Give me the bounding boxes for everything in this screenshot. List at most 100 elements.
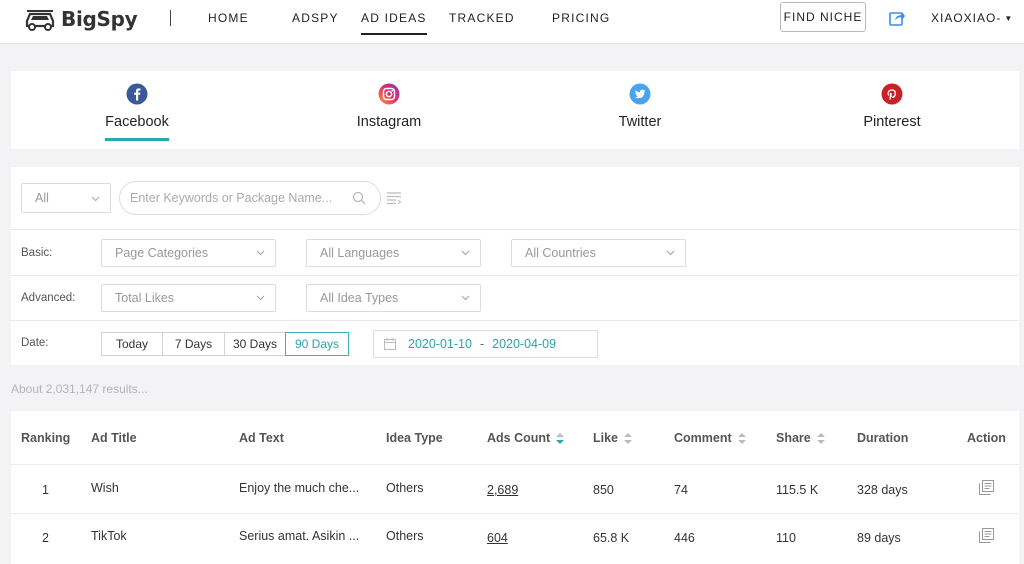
search-icon[interactable]	[352, 191, 366, 205]
row-2-ads-count-link[interactable]: 604	[487, 531, 508, 545]
total-likes-value: Total Likes	[115, 291, 175, 305]
header-ad-text: Ad Text	[239, 431, 284, 445]
tab-label: Instagram	[356, 114, 422, 130]
row-2-share: 110	[776, 531, 796, 545]
filter-divider	[11, 229, 1019, 230]
search-placeholder: Enter Keywords or Package Name...	[130, 191, 333, 205]
chevron-down-icon	[461, 295, 470, 301]
languages-select[interactable]: All Languages	[306, 239, 481, 267]
chevron-down-icon	[461, 250, 470, 256]
date-label: Date:	[21, 337, 49, 349]
share-icon[interactable]	[889, 10, 905, 26]
platform-tabs: Facebook Instagram Twitter Pinterest	[11, 71, 1019, 149]
row-2-type: Others	[386, 529, 424, 543]
nav-pricing[interactable]: PRICING	[552, 11, 610, 25]
nav-ad-ideas[interactable]: AD IDEAS	[361, 11, 427, 35]
nav-adspy[interactable]: ADSPY	[292, 11, 339, 25]
page-categories-select[interactable]: Page Categories	[101, 239, 276, 267]
brand-logo[interactable]: BigSpy	[24, 6, 138, 32]
row-2-text: Serius amat. Asikin ...	[239, 529, 360, 543]
sort-icon[interactable]	[816, 432, 825, 444]
tab-instagram[interactable]: Instagram	[329, 83, 449, 130]
header-ads-count[interactable]: Ads Count	[487, 431, 565, 445]
date-separator: -	[479, 337, 485, 351]
filter-divider	[11, 275, 1019, 276]
copy-details-icon[interactable]	[979, 528, 994, 543]
header-action: Action	[967, 431, 1006, 445]
header-ad-title: Ad Title	[91, 431, 137, 445]
header-ranking: Ranking	[21, 431, 71, 445]
date-7-days-button[interactable]: 7 Days	[162, 332, 225, 356]
nav-tracked[interactable]: TRACKED	[449, 11, 515, 25]
scope-value: All	[35, 191, 49, 205]
tab-twitter[interactable]: Twitter	[580, 83, 700, 130]
find-niche-button[interactable]: FIND NICHE	[780, 2, 866, 32]
scope-select[interactable]: All	[21, 183, 111, 213]
row-divider	[11, 464, 1019, 465]
row-1-share: 115.5 K	[776, 483, 819, 497]
chevron-down-icon	[256, 295, 265, 301]
total-likes-select[interactable]: Total Likes	[101, 284, 276, 312]
row-2-rank: 2	[42, 531, 49, 545]
nav-divider	[170, 10, 171, 26]
row-1-like: 850	[593, 483, 614, 497]
tab-facebook[interactable]: Facebook	[77, 83, 197, 141]
row-1-type: Others	[386, 481, 424, 495]
row-1-text: Enjoy the much che...	[239, 481, 360, 495]
header-comment[interactable]: Comment	[674, 431, 746, 445]
header-share[interactable]: Share	[776, 431, 825, 445]
twitter-icon	[629, 83, 651, 105]
results-count: About 2,031,147 results...	[11, 382, 148, 396]
top-navigation: BigSpy HOME ADSPY AD IDEAS TRACKED PRICI…	[0, 0, 1024, 44]
row-2-duration: 89 days	[857, 531, 901, 545]
row-1-duration: 328 days	[857, 483, 908, 497]
date-range-presets: Today 7 Days 30 Days 90 Days	[101, 332, 349, 356]
tab-pinterest[interactable]: Pinterest	[832, 83, 952, 130]
date-to: 2020-04-09	[492, 337, 557, 351]
caret-down-icon: ▼	[1004, 14, 1014, 23]
sort-icon[interactable]	[624, 432, 633, 444]
car-logo-icon	[25, 10, 55, 31]
advanced-label: Advanced:	[21, 292, 76, 304]
list-filter-icon[interactable]	[387, 192, 401, 204]
header-duration: Duration	[857, 431, 909, 445]
sort-icon[interactable]	[737, 432, 746, 444]
date-today-button[interactable]: Today	[101, 332, 163, 356]
row-divider	[11, 513, 1019, 514]
date-30-days-button[interactable]: 30 Days	[224, 332, 286, 356]
tab-label: Facebook	[105, 114, 169, 130]
row-2-title: TikTok	[91, 529, 127, 543]
copy-details-icon[interactable]	[979, 480, 994, 495]
row-1-ads-count-link[interactable]: 2,689	[487, 483, 518, 497]
pinterest-icon	[881, 83, 903, 105]
basic-label: Basic:	[21, 247, 53, 259]
active-tab-underline	[105, 138, 169, 141]
facebook-icon	[126, 83, 148, 105]
idea-types-select[interactable]: All Idea Types	[306, 284, 481, 312]
row-2-comment: 446	[674, 531, 695, 545]
tab-label: Pinterest	[863, 114, 921, 130]
row-1-rank: 1	[42, 483, 49, 497]
instagram-icon	[378, 83, 400, 105]
date-range-picker[interactable]: 2020-01-10 - 2020-04-09	[373, 330, 598, 358]
search-input[interactable]: Enter Keywords or Package Name...	[119, 181, 381, 215]
chevron-down-icon	[91, 196, 100, 202]
idea-types-value: All Idea Types	[320, 291, 399, 305]
chevron-down-icon	[666, 250, 675, 256]
nav-home[interactable]: HOME	[208, 11, 249, 25]
sort-icon[interactable]	[556, 432, 565, 444]
calendar-icon	[384, 338, 396, 350]
filter-panel: All Enter Keywords or Package Name... Ba…	[11, 167, 1019, 365]
countries-value: All Countries	[525, 246, 596, 260]
date-90-days-button[interactable]: 90 Days	[285, 332, 349, 356]
row-1-title: Wish	[91, 481, 119, 495]
user-menu[interactable]: XIAOXIAO- ▼	[931, 11, 1013, 25]
countries-select[interactable]: All Countries	[511, 239, 686, 267]
date-from: 2020-01-10	[408, 337, 472, 351]
ideas-table: Ranking Ad Title Ad Text Idea Type Ads C…	[11, 411, 1019, 564]
page-categories-value: Page Categories	[115, 246, 209, 260]
row-1-comment: 74	[674, 483, 688, 497]
user-name: XIAOXIAO-	[931, 11, 1002, 25]
header-like[interactable]: Like	[593, 431, 633, 445]
languages-value: All Languages	[320, 246, 400, 260]
